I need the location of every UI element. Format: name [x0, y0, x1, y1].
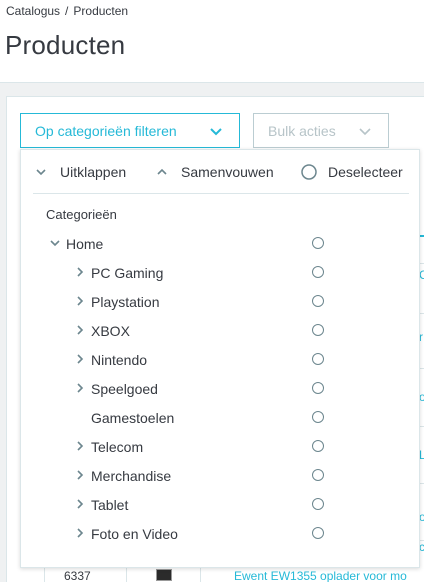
breadcrumb-separator: / — [65, 4, 69, 18]
bulk-button-label: Bulk acties — [268, 122, 336, 139]
tree-item-radio[interactable] — [312, 324, 324, 336]
breadcrumb-current: Producten — [73, 4, 129, 18]
caret-right-icon[interactable] — [75, 470, 85, 480]
tree-item-label: Nintendo — [91, 352, 148, 368]
deselect-button[interactable]: Deselecteer — [301, 164, 403, 180]
tree-item-playstation[interactable]: Playstation — [21, 287, 419, 316]
expand-all-label: Uitklappen — [60, 164, 127, 180]
caret-right-icon[interactable] — [75, 354, 85, 364]
tree-item-radio[interactable] — [312, 266, 324, 278]
tree-item-radio[interactable] — [312, 295, 324, 307]
product-name-link[interactable]: Ewent EW1355 oplader voor mo — [234, 569, 407, 582]
tree-item-radio[interactable] — [312, 469, 324, 481]
caret-right-icon[interactable] — [75, 528, 85, 538]
tree-item-radio[interactable] — [312, 353, 324, 365]
tree-item-label: Speelgoed — [91, 381, 158, 397]
tree-item-radio[interactable] — [312, 527, 324, 539]
collapse-all-label: Samenvouwen — [181, 164, 274, 180]
tree-item-label: Tablet — [91, 497, 129, 513]
tree-item-radio[interactable] — [312, 440, 324, 452]
tree-item-tablet[interactable]: Tablet — [21, 490, 419, 519]
breadcrumb-catalogus[interactable]: Catalogus — [6, 4, 60, 18]
caret-right-icon[interactable] — [75, 441, 85, 451]
tree-item-radio[interactable] — [312, 498, 324, 510]
tree-item-label: Merchandise — [91, 468, 172, 484]
category-filter-dropdown: Uitklappen Samenvouwen Deselecteer Categ… — [20, 149, 420, 568]
chevron-up-icon — [157, 168, 167, 175]
bulk-actions-button[interactable]: Bulk acties — [253, 113, 389, 148]
chevron-down-icon — [359, 128, 371, 136]
product-id: 6337 — [64, 569, 91, 582]
radio-circle-icon — [301, 164, 317, 180]
tree-item-merchandise[interactable]: Merchandise — [21, 461, 419, 490]
page-title: Producten — [5, 30, 126, 60]
tree-item-radio[interactable] — [312, 411, 324, 423]
dropdown-divider — [33, 193, 409, 194]
collapse-all-button[interactable]: Samenvouwen — [157, 164, 274, 180]
tree-item-radio[interactable] — [312, 382, 324, 394]
tree-item-label: Foto en Video — [91, 526, 178, 542]
tree-item-xbox[interactable]: XBOX — [21, 316, 419, 345]
tree-item-label: Telecom — [91, 439, 144, 455]
dropdown-actions: Uitklappen Samenvouwen Deselecteer — [21, 150, 419, 194]
tree-item-label: PC Gaming — [91, 265, 164, 281]
breadcrumb: Catalogus / Producten — [6, 4, 128, 18]
caret-right-icon[interactable] — [75, 325, 85, 335]
tree-item-label: XBOX — [91, 323, 130, 339]
tree-item-foto-en-video[interactable]: Foto en Video — [21, 519, 419, 548]
tree-item-speelgoed[interactable]: Speelgoed — [21, 374, 419, 403]
tree-item-home[interactable]: Home — [21, 229, 419, 258]
chevron-down-icon — [36, 169, 46, 176]
chevron-down-icon — [210, 128, 222, 136]
page-header: Catalogus / Producten Producten — [0, 0, 424, 83]
product-thumbnail — [156, 569, 172, 581]
filter-button-label: Op categorieën filteren — [35, 122, 177, 139]
tree-item-nintendo[interactable]: Nintendo — [21, 345, 419, 374]
filter-by-category-button[interactable]: Op categorieën filteren — [20, 113, 240, 148]
caret-right-icon[interactable] — [75, 296, 85, 306]
deselect-label: Deselecteer — [328, 164, 403, 180]
tree-item-telecom[interactable]: Telecom — [21, 432, 419, 461]
categories-heading: Categorieën — [46, 207, 117, 222]
tree-item-radio[interactable] — [312, 237, 324, 249]
tree-item-gamestoelen[interactable]: Gamestoelen — [21, 403, 419, 432]
caret-right-icon[interactable] — [75, 267, 85, 277]
tree-item-label: Home — [66, 236, 104, 252]
caret-down-icon[interactable] — [50, 238, 60, 248]
tree-item-pc-gaming[interactable]: PC Gaming — [21, 258, 419, 287]
tree-item-label: Playstation — [91, 294, 160, 310]
caret-right-icon[interactable] — [75, 499, 85, 509]
caret-right-icon[interactable] — [75, 383, 85, 393]
tree-item-label: Gamestoelen — [91, 410, 175, 426]
expand-all-button[interactable]: Uitklappen — [36, 164, 126, 180]
